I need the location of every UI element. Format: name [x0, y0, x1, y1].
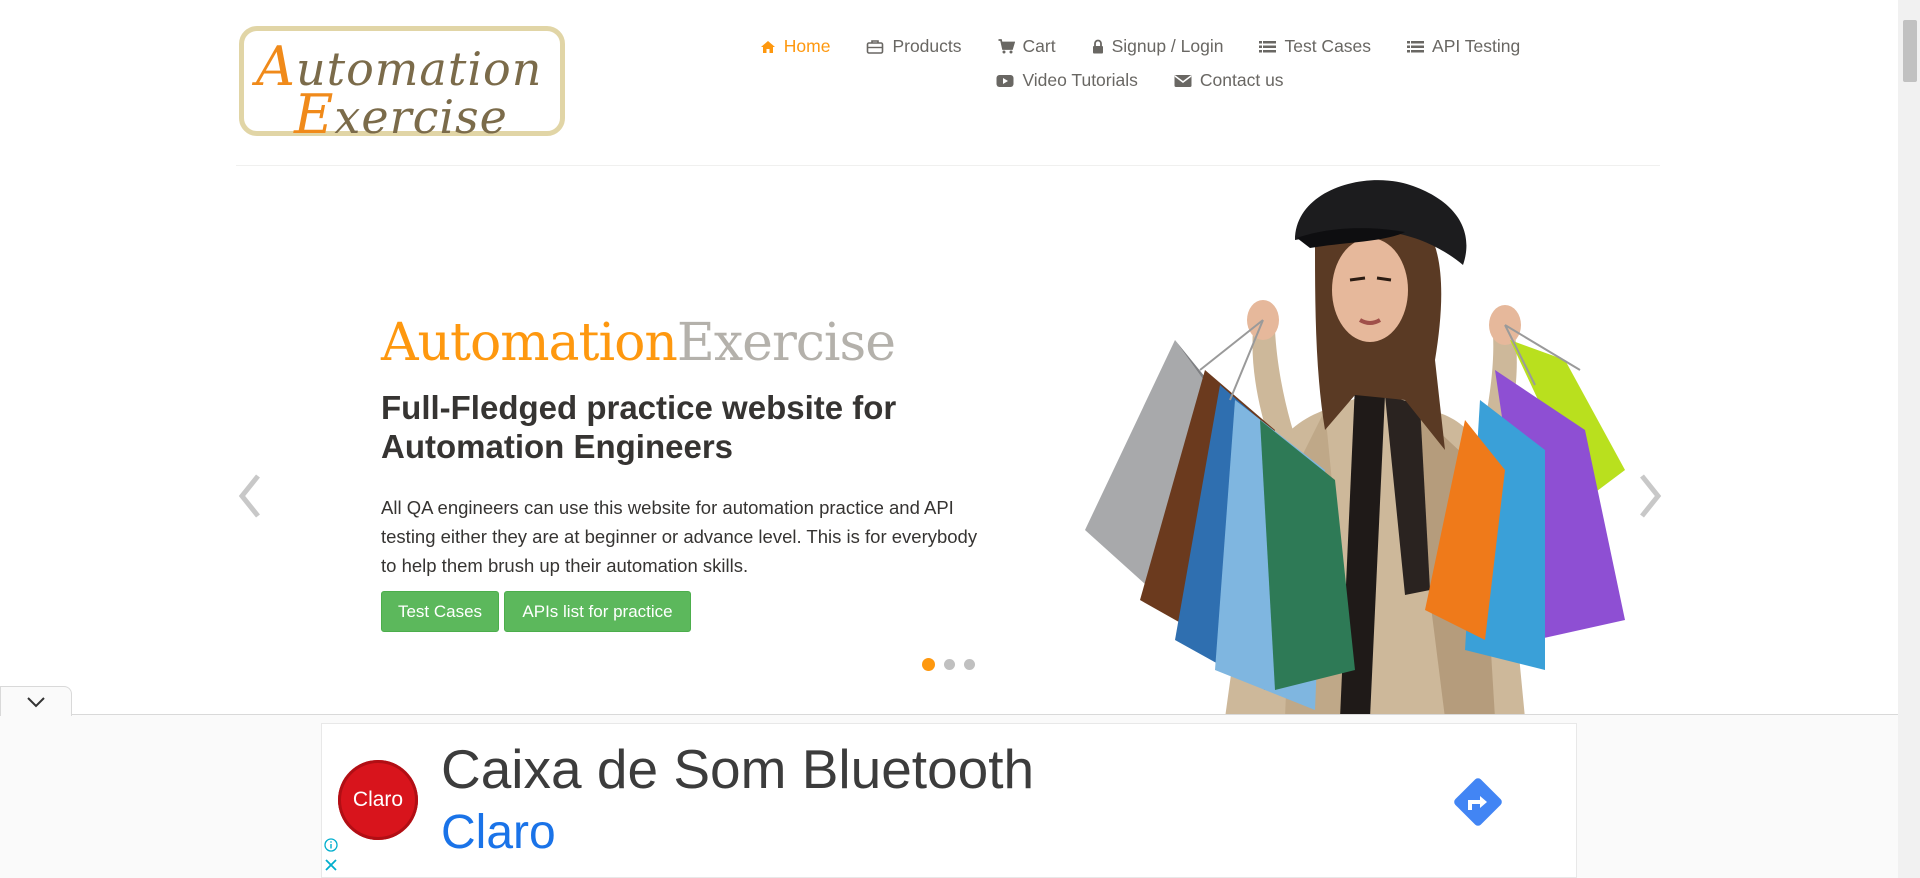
ad-info-button[interactable] — [324, 838, 338, 857]
chevron-down-icon — [27, 696, 45, 707]
slider-dot-1[interactable] — [922, 658, 935, 671]
home-icon — [760, 40, 776, 54]
slider-dot-3[interactable] — [964, 659, 975, 670]
site-logo[interactable]: Automation Exercise — [239, 26, 565, 146]
ad-brand[interactable]: Claro — [441, 805, 556, 860]
logo-line-2: Exercise — [294, 83, 508, 146]
nav-test-cases-label: Test Cases — [1284, 36, 1372, 56]
nav-cart-label: Cart — [1022, 36, 1056, 56]
ad-strip-border — [0, 714, 1898, 715]
ad-close-button[interactable] — [324, 858, 338, 877]
youtube-icon — [996, 74, 1014, 88]
slider-description: All QA engineers can use this website fo… — [381, 497, 978, 576]
slider-heading: Full-Fledged practice website for Automa… — [381, 389, 897, 465]
list-icon — [1259, 40, 1277, 54]
apis-list-button[interactable]: APIs list for practice — [504, 591, 691, 632]
nav-test-cases[interactable]: Test Cases — [1259, 36, 1371, 57]
list-icon — [1407, 40, 1425, 54]
logo-cap-e: E — [294, 83, 335, 146]
lock-icon — [1092, 39, 1104, 54]
nav-contact-us[interactable]: Contact us — [1174, 70, 1284, 91]
nav-products-label: Products — [892, 36, 962, 56]
page-scrollbar[interactable] — [1898, 0, 1920, 878]
nav-api-testing-label: API Testing — [1432, 36, 1521, 56]
products-icon — [866, 39, 884, 54]
slider-title: AutomationExercise — [381, 313, 896, 373]
header-divider — [236, 165, 1660, 166]
claro-logo-text: Claro — [352, 788, 404, 811]
directions-icon — [1454, 778, 1502, 826]
nav-row-2: Video Tutorials Contact us — [740, 70, 1540, 91]
nav-video-tutorials[interactable]: Video Tutorials — [996, 70, 1138, 91]
claro-logo[interactable]: Claro — [338, 760, 418, 840]
slider-indicators — [922, 658, 984, 671]
ad-collapse-button[interactable] — [0, 686, 72, 716]
test-cases-button[interactable]: Test Cases — [381, 591, 499, 632]
nav-contact-us-label: Contact us — [1199, 70, 1284, 90]
logo-rest-2: xercise — [334, 90, 508, 144]
nav-home-label: Home — [783, 36, 831, 56]
chevron-left-icon — [238, 474, 260, 518]
slider-next-arrow[interactable] — [1636, 470, 1666, 527]
scrollbar-thumb[interactable] — [1903, 20, 1917, 82]
slider-title-automation: Automation — [381, 313, 678, 373]
nav-signup-login-label: Signup / Login — [1111, 36, 1224, 56]
ad-title[interactable]: Caixa de Som Bluetooth — [441, 737, 1034, 801]
close-icon — [325, 859, 337, 871]
slider-prev-arrow[interactable] — [234, 470, 264, 527]
nav-home[interactable]: Home — [760, 36, 831, 57]
main-nav: Home Products Cart Signup / Login Test C… — [740, 36, 1540, 91]
slider-title-exercise: Exercise — [676, 313, 896, 373]
envelope-icon — [1174, 74, 1192, 88]
slider-dot-2[interactable] — [944, 659, 955, 670]
logo-cap-a: A — [256, 35, 296, 98]
chevron-right-icon — [1640, 474, 1662, 518]
hero-shopping-girl-image — [1085, 180, 1625, 718]
nav-signup-login[interactable]: Signup / Login — [1092, 36, 1224, 57]
ad-directions-button[interactable] — [1448, 772, 1508, 837]
nav-products[interactable]: Products — [866, 36, 962, 57]
nav-row-1: Home Products Cart Signup / Login Test C… — [740, 36, 1540, 57]
cart-icon — [998, 39, 1015, 54]
nav-cart[interactable]: Cart — [998, 36, 1056, 57]
info-icon — [324, 838, 338, 852]
nav-video-tutorials-label: Video Tutorials — [1022, 70, 1138, 90]
nav-api-testing[interactable]: API Testing — [1407, 36, 1520, 57]
